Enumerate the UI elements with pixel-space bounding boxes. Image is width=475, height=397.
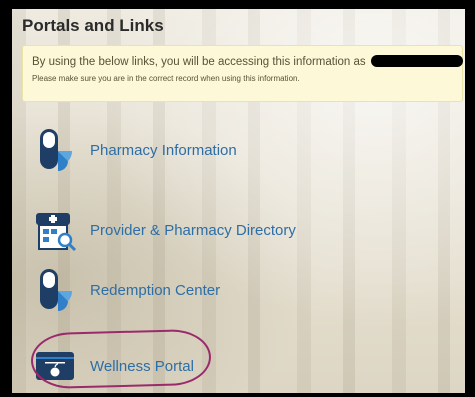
info-notice-banner: By using the below links, you will be ac… bbox=[22, 45, 463, 102]
redacted-name-mark bbox=[370, 54, 463, 67]
pill-icon bbox=[34, 267, 78, 313]
wellness-portal-link[interactable]: Wellness Portal bbox=[34, 341, 194, 391]
storefront-directory-icon bbox=[34, 207, 78, 253]
redemption-center-label: Redemption Center bbox=[90, 281, 221, 299]
provider-pharmacy-directory-link[interactable]: Provider & Pharmacy Directory bbox=[34, 205, 296, 255]
pharmacy-information-label: Pharmacy Information bbox=[90, 141, 237, 159]
wellness-portal-label: Wellness Portal bbox=[90, 357, 194, 375]
pill-icon bbox=[34, 127, 78, 173]
pharmacy-information-link[interactable]: Pharmacy Information bbox=[34, 125, 237, 175]
provider-pharmacy-directory-label: Provider & Pharmacy Directory bbox=[90, 221, 296, 239]
wellness-card-icon bbox=[34, 343, 78, 389]
notice-message: By using the below links, you will be ac… bbox=[32, 56, 366, 68]
redemption-center-link[interactable]: Redemption Center bbox=[34, 265, 220, 315]
portals-and-links-panel: Portals and Links By using the below lin… bbox=[0, 0, 475, 397]
section-title: Portals and Links bbox=[22, 16, 164, 35]
notice-subtext: Please make sure you are in the correct … bbox=[32, 74, 300, 83]
